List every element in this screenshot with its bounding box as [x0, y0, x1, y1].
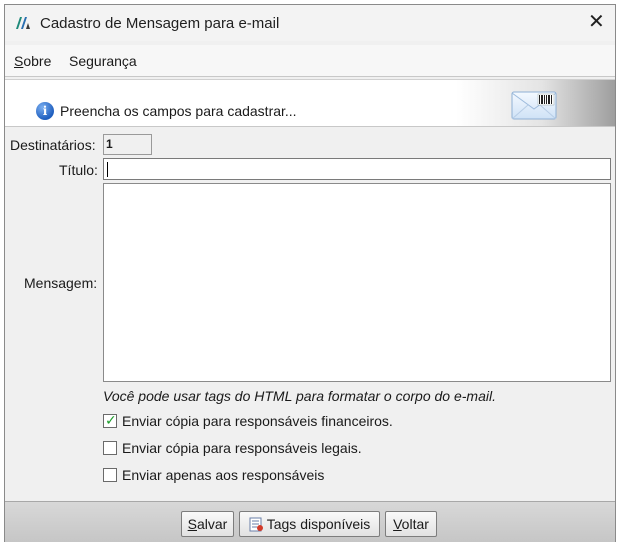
option-legais[interactable]: Enviar cópia para responsáveis legais. — [103, 440, 403, 459]
option-label: Enviar cópia para responsáveis legais. — [122, 440, 362, 456]
titulo-label: Título: — [59, 162, 98, 178]
info-icon: i — [36, 102, 54, 120]
menu-bar: Sobre Segurança — [5, 45, 615, 77]
destinatarios-value: 1 — [106, 137, 113, 151]
back-button[interactable]: Voltar — [385, 511, 437, 537]
destinatarios-label: Destinatários: — [10, 137, 96, 153]
window-title: Cadastro de Mensagem para e-mail — [40, 15, 280, 32]
close-button[interactable]: ✕ — [575, 5, 615, 41]
text-caret — [107, 162, 108, 177]
envelope-barcode-icon — [511, 91, 557, 120]
html-hint-text: Você pode usar tags do HTML para formata… — [103, 388, 496, 404]
tags-button[interactable]: Tags disponíveis — [239, 511, 380, 537]
menu-item-sobre[interactable]: Sobre — [14, 53, 51, 69]
option-label: Enviar cópia para responsáveis financeir… — [122, 413, 393, 429]
checkbox-financeiros[interactable]: ✓ — [103, 412, 117, 428]
dialog-window: Cadastro de Mensagem para e-mail ✕ Sobre… — [4, 4, 616, 542]
option-financeiros[interactable]: ✓ Enviar cópia para responsáveis finance… — [103, 412, 433, 432]
close-icon: ✕ — [588, 11, 605, 33]
option-label: Enviar apenas aos responsáveis — [122, 467, 325, 483]
save-button[interactable]: Salvar — [181, 511, 234, 537]
button-bar: Salvar Tags disponíveis Voltar — [5, 501, 615, 542]
mensagem-textarea[interactable] — [103, 183, 611, 382]
mensagem-label: Mensagem: — [24, 275, 98, 291]
banner-divider — [5, 126, 615, 127]
titulo-input[interactable] — [103, 158, 611, 180]
destinatarios-field: 1 — [103, 134, 152, 155]
title-bar[interactable]: Cadastro de Mensagem para e-mail ✕ — [5, 5, 615, 41]
checkbox-apenas-responsaveis[interactable] — [103, 468, 117, 482]
menu-item-seguranca[interactable]: Segurança — [69, 53, 137, 69]
info-banner: i Preencha os campos para cadastrar... — [5, 79, 615, 127]
banner-message: Preencha os campos para cadastrar... — [60, 103, 297, 119]
option-apenas-responsaveis[interactable]: Enviar apenas aos responsáveis — [103, 467, 363, 486]
app-logo-icon — [16, 17, 30, 29]
tags-list-icon — [249, 517, 263, 532]
checkbox-legais[interactable] — [103, 441, 117, 455]
checkmark-icon: ✓ — [105, 412, 117, 428]
